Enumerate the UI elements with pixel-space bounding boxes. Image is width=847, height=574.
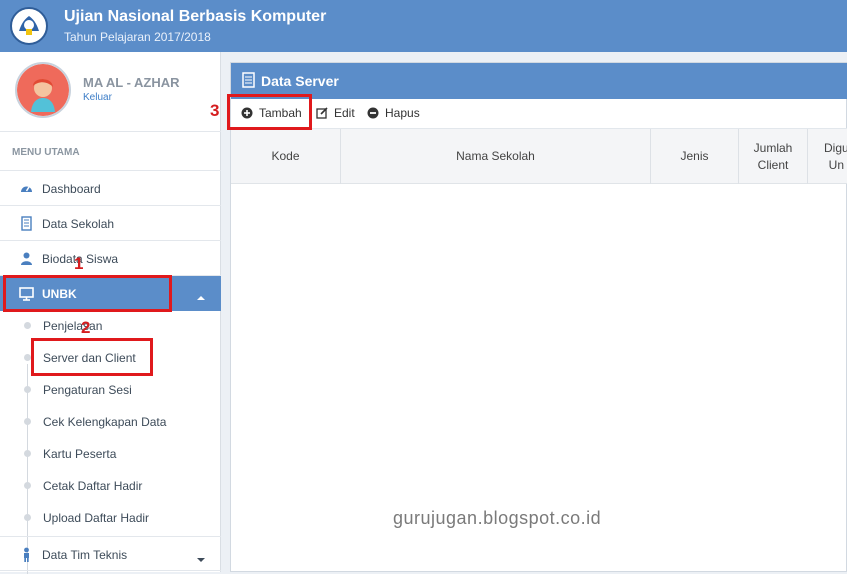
app-title: Ujian Nasional Berbasis Komputer xyxy=(64,8,327,25)
delete-button[interactable]: Hapus xyxy=(367,106,420,120)
sidebar: MA AL - AZHAR Keluar MENU UTAMA Dashboar… xyxy=(0,52,221,574)
submenu-dot xyxy=(24,386,31,393)
submenu-dot xyxy=(24,354,31,361)
submenu-dot xyxy=(24,514,31,521)
server-table-header: Kode Nama Sekolah Jenis Jumlah Client Di… xyxy=(231,129,847,184)
app-subtitle: Tahun Pelajaran 2017/2018 xyxy=(64,30,211,44)
submenu-dot xyxy=(24,450,31,457)
column-header-nama-sekolah[interactable]: Nama Sekolah xyxy=(341,129,651,184)
main-content: Data Server Tambah Edit Hapus Kode Nama … xyxy=(221,52,847,572)
submenu-dot xyxy=(24,322,31,329)
user-icon xyxy=(19,251,34,266)
annotation-number-3: 3 xyxy=(210,101,220,120)
submenu-pengaturan-sesi[interactable]: Pengaturan Sesi xyxy=(43,383,132,397)
column-header-digunakan[interactable]: Digu Un xyxy=(808,129,847,184)
logout-link[interactable]: Keluar xyxy=(83,92,112,103)
annotation-box-server-dan-client xyxy=(31,338,153,376)
annotation-number-1: 1 xyxy=(74,254,84,273)
chevron-up-icon xyxy=(196,290,206,304)
user-avatar-icon xyxy=(15,62,71,118)
edit-button[interactable]: Edit xyxy=(316,106,355,120)
submenu-cetak-daftar-hadir[interactable]: Cetak Daftar Hadir xyxy=(43,479,142,493)
sidebar-item-data-tim-teknis[interactable]: Data Tim Teknis xyxy=(0,536,221,571)
submenu-kartu-peserta[interactable]: Kartu Peserta xyxy=(43,447,116,461)
dashboard-icon xyxy=(19,181,34,196)
sidebar-item-label: Data Tim Teknis xyxy=(42,548,128,562)
edit-icon xyxy=(316,107,328,119)
minus-circle-icon xyxy=(367,107,379,119)
submenu-upload-daftar-hadir[interactable]: Upload Daftar Hadir xyxy=(43,511,149,525)
annotation-box-tambah xyxy=(227,94,312,130)
panel-header: Data Server xyxy=(231,63,847,99)
sidebar-item-label: Dashboard xyxy=(42,182,101,196)
data-server-panel: Data Server Tambah Edit Hapus Kode Nama … xyxy=(230,62,847,572)
annotation-box-unbk xyxy=(3,275,172,312)
chevron-down-icon xyxy=(196,552,206,566)
watermark: gurujugan.blogspot.co.id xyxy=(393,508,602,528)
building-icon xyxy=(19,216,34,231)
submenu-dot xyxy=(24,482,31,489)
sidebar-item-biodata-siswa[interactable]: Biodata Siswa xyxy=(0,241,221,276)
submenu-cek-kelengkapan-data[interactable]: Cek Kelengkapan Data xyxy=(43,415,166,429)
delete-button-label: Hapus xyxy=(385,106,420,120)
panel-title: Data Server xyxy=(261,73,339,89)
submenu-penjelasan[interactable]: Penjelasan xyxy=(43,319,102,333)
building-icon xyxy=(242,72,255,88)
app-header: Ujian Nasional Berbasis Komputer Tahun P… xyxy=(0,0,847,52)
panel-toolbar: Tambah Edit Hapus xyxy=(231,99,847,129)
sidebar-item-label: Data Sekolah xyxy=(42,217,115,231)
tut-wuri-handayani-logo xyxy=(10,7,48,45)
user-panel: MA AL - AZHAR Keluar xyxy=(0,52,221,132)
annotation-number-2: 2 xyxy=(81,318,91,337)
column-header-jumlah-client[interactable]: Jumlah Client xyxy=(739,129,808,184)
user-name: MA AL - AZHAR xyxy=(83,75,180,90)
edit-button-label: Edit xyxy=(334,106,355,120)
sidebar-item-data-sekolah[interactable]: Data Sekolah xyxy=(0,206,221,241)
person-icon xyxy=(19,547,34,562)
sidebar-item-dashboard[interactable]: Dashboard xyxy=(0,171,221,206)
menu-header: MENU UTAMA xyxy=(0,133,221,171)
column-header-jenis[interactable]: Jenis xyxy=(651,129,739,184)
submenu-dot xyxy=(24,418,31,425)
column-header-kode[interactable]: Kode xyxy=(231,129,341,184)
